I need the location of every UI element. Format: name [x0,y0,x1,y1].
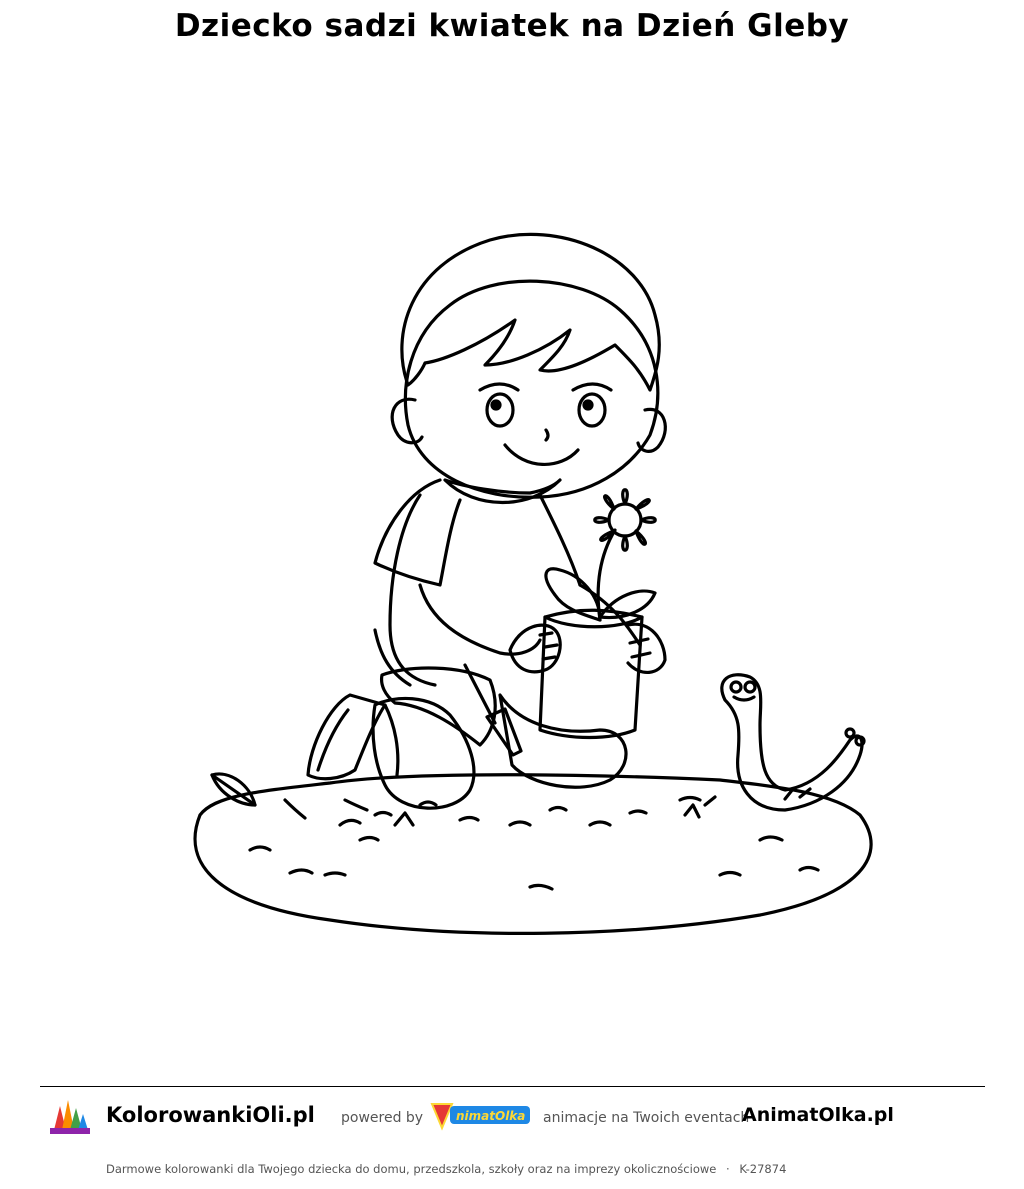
page-title: Dziecko sadzi kwiatek na Dzień Gleby [174,8,850,44]
partner-brand-link[interactable]: AnimatOlka.pl [742,1104,894,1126]
kolorowankioli-logo-icon[interactable] [46,1094,92,1140]
site-brand-link[interactable]: KolorowankiOli.pl [106,1103,315,1127]
animatolka-logo-icon[interactable]: nimatOlka [430,1100,532,1132]
footer-description: Darmowe kolorowanki dla Twojego dziecka … [106,1162,786,1176]
svg-text:nimatOlka: nimatOlka [456,1109,525,1123]
footer-description-text: Darmowe kolorowanki dla Twojego dziecka … [106,1162,717,1176]
powered-by-label: powered by [341,1110,424,1126]
footer-divider [40,1086,985,1087]
child-planting-flower-illustration [193,232,873,935]
partner-tagline: animacje na Twoich eventach [543,1110,750,1126]
coloring-page-code: K-27874 [739,1162,787,1176]
footer-separator: · [726,1162,730,1176]
